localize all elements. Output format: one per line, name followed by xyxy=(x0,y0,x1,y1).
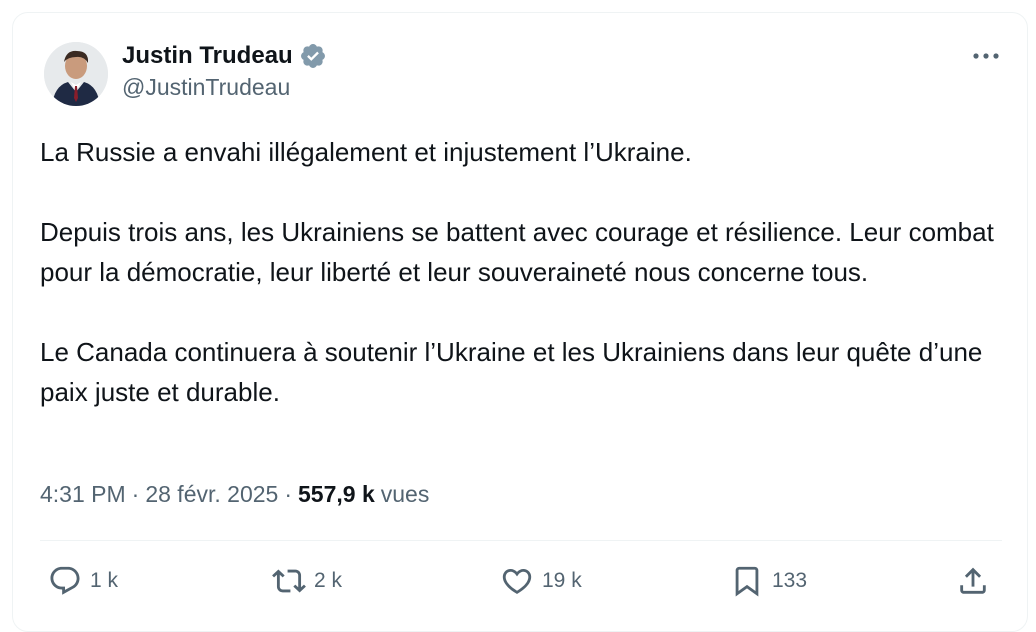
tweet-meta: 4:31 PM · 28 févr. 2025 · 557,9 k vues xyxy=(40,476,429,512)
heart-icon xyxy=(502,568,532,594)
meta-separator: · xyxy=(131,480,140,507)
bookmark-count: 133 xyxy=(772,569,808,592)
verified-badge-icon xyxy=(299,42,327,70)
more-icon[interactable] xyxy=(968,42,1004,70)
reply-button[interactable]: 1 k xyxy=(48,556,118,606)
meta-separator: · xyxy=(284,480,292,507)
share-button[interactable] xyxy=(956,556,990,606)
views-label: vues xyxy=(380,480,430,507)
share-icon xyxy=(960,567,986,594)
reply-count: 1 k xyxy=(90,569,119,592)
retweet-count: 2 k xyxy=(314,569,343,592)
like-button[interactable]: 19 k xyxy=(500,556,582,606)
views-count[interactable]: 557,9 k xyxy=(298,481,375,508)
tweet-text: La Russie a envahi illégalement et injus… xyxy=(40,132,1000,412)
retweet-icon xyxy=(272,569,306,593)
tweet-paragraph: Le Canada continuera à soutenir l’Ukrain… xyxy=(40,337,983,407)
avatar-photo xyxy=(44,42,108,106)
avatar[interactable] xyxy=(44,42,108,106)
tweet-paragraph: Depuis trois ans, les Ukrainiens se batt… xyxy=(40,217,994,287)
author-row: Justin Trudeau xyxy=(122,40,327,72)
bookmark-icon xyxy=(735,566,759,597)
like-count: 19 k xyxy=(542,569,582,592)
tweet-paragraph: La Russie a envahi illégalement et injus… xyxy=(40,137,692,167)
author-name[interactable]: Justin Trudeau xyxy=(122,42,293,70)
bookmark-button[interactable]: 133 xyxy=(730,556,807,606)
reply-icon xyxy=(50,566,80,595)
author-handle[interactable]: @JustinTrudeau xyxy=(122,74,290,101)
tweet-date[interactable]: 28 févr. 2025 xyxy=(145,481,278,508)
action-bar: 1 k 2 k 19 k 133 xyxy=(40,556,1002,606)
retweet-button[interactable]: 2 k xyxy=(272,556,342,606)
tweet-time[interactable]: 4:31 PM xyxy=(40,481,126,508)
divider xyxy=(40,540,1002,541)
